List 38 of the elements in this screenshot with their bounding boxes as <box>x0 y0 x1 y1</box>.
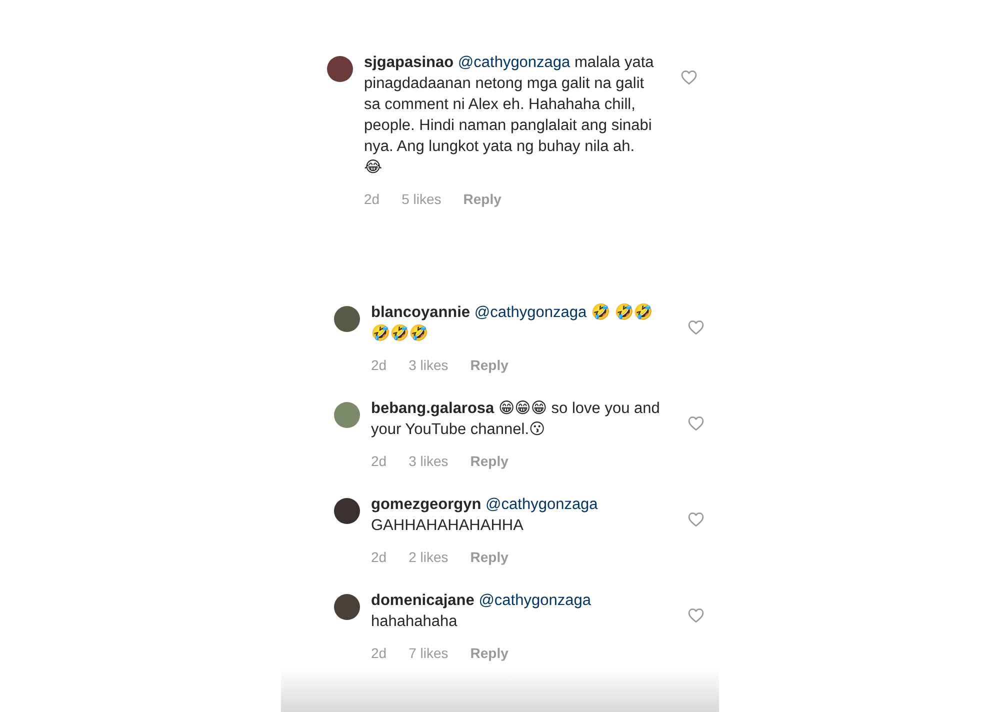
comment-text: bebang.galarosa 😁😁😁 so love you and your YouTube channel.😗 <box>371 399 661 440</box>
heart-icon[interactable] <box>688 512 704 527</box>
reply-button[interactable]: Reply <box>470 549 508 565</box>
likes-count[interactable]: 7 likes <box>408 645 448 661</box>
comment-time: 2d <box>364 191 380 207</box>
avatar[interactable] <box>334 594 360 620</box>
username-link[interactable]: blancoyannie <box>371 304 470 321</box>
likes-count[interactable]: 3 likes <box>408 357 448 373</box>
reply-button[interactable]: Reply <box>463 191 502 207</box>
comment-time: 2d <box>371 549 387 565</box>
reply-button[interactable]: Reply <box>470 357 508 373</box>
comment-time: 2d <box>371 645 387 661</box>
comment-text: gomezgeorgyn @cathygonzaga GAHHAHAHAHAHHA <box>371 495 599 536</box>
mention-link[interactable]: @cathygonzaga <box>458 54 570 71</box>
avatar[interactable] <box>327 56 353 82</box>
likes-count[interactable]: 2 likes <box>408 549 448 565</box>
username-link[interactable]: bebang.galarosa <box>371 400 494 417</box>
username-link[interactable]: sjgapasinao <box>364 54 454 71</box>
comment-time: 2d <box>371 357 387 373</box>
likes-count[interactable]: 5 likes <box>402 191 442 207</box>
heart-icon[interactable] <box>688 608 704 623</box>
mention-link[interactable]: @cathygonzaga <box>474 304 587 321</box>
comment-text: domenicajane @cathygonzaga hahahahaha <box>371 591 592 632</box>
reply-button[interactable]: Reply <box>470 645 508 661</box>
avatar[interactable] <box>334 498 360 524</box>
mention-link[interactable]: @cathygonzaga <box>478 592 591 609</box>
comment-text: blancoyannie @cathygonzaga 🤣 🤣🤣🤣🤣🤣 <box>371 302 654 344</box>
username-link[interactable]: gomezgeorgyn <box>371 496 482 513</box>
heart-icon[interactable] <box>688 320 704 335</box>
heart-icon[interactable] <box>681 70 697 85</box>
comment-text: sjgapasinao @cathygonzaga malala yata pinagdadaanan netong mga galit na galit sa comment ni Alex eh. Hahahaha chill, people. Hindi naman panglalait ang sinabi nya. Ang lungkot yata ng buhay nila ah. 😂 <box>364 53 654 178</box>
likes-count[interactable]: 3 likes <box>408 453 448 469</box>
heart-icon[interactable] <box>688 416 704 431</box>
comment-time: 2d <box>371 453 387 469</box>
avatar[interactable] <box>334 306 360 332</box>
reply-button[interactable]: Reply <box>470 453 508 469</box>
mention-link[interactable]: @cathygonzaga <box>486 496 598 513</box>
username-link[interactable]: domenicajane <box>371 592 474 609</box>
